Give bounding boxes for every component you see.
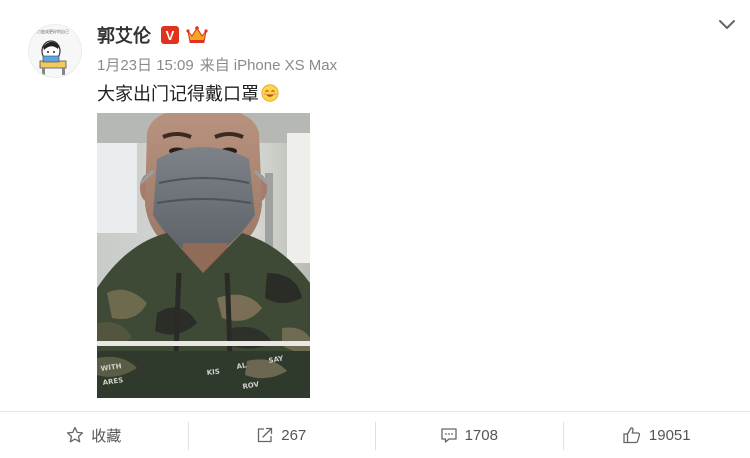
post-text: 大家出门记得戴口罩 <box>97 80 279 106</box>
like-button[interactable]: 19051 <box>562 412 750 458</box>
comment-button[interactable]: 1708 <box>375 412 563 458</box>
crown-icon <box>186 26 208 43</box>
chevron-down-icon <box>719 20 735 29</box>
timestamp[interactable]: 1月23日 15:09 <box>97 57 194 74</box>
repost-count: 267 <box>281 426 307 444</box>
repost-button[interactable]: 267 <box>187 412 376 458</box>
avatar-cartoon-icon: 努力变成更好的自己 <box>29 25 81 77</box>
svg-text:努力变成更好的自己: 努力变成更好的自己 <box>33 28 69 34</box>
favorite-button[interactable]: 收藏 <box>0 412 188 458</box>
comment-bubble-icon <box>440 428 457 443</box>
masked-selfie-image: WITH ARES KIS AL ROV SAY <box>97 113 310 398</box>
post-photo[interactable]: WITH ARES KIS AL ROV SAY <box>97 113 310 398</box>
avatar[interactable]: 努力变成更好的自己 <box>28 24 82 78</box>
comment-count: 1708 <box>464 426 498 444</box>
verified-badge-icon: V <box>161 26 179 44</box>
smiling-face-emoji-icon <box>261 84 279 102</box>
author-name[interactable]: 郭艾伦 <box>97 22 151 48</box>
share-arrow-icon <box>258 427 273 443</box>
svg-text:KIS: KIS <box>206 368 220 377</box>
like-count: 19051 <box>648 426 691 444</box>
source-device: iPhone XS Max <box>233 57 338 74</box>
thumbs-up-icon <box>623 427 641 444</box>
author-row: 郭艾伦 V <box>97 22 209 48</box>
post-menu-button[interactable] <box>714 12 740 38</box>
post-body: 大家出门记得戴口罩 <box>97 84 259 104</box>
source-prefix: 来自 <box>199 57 230 74</box>
action-bar: 收藏 267 1708 19051 <box>0 412 750 458</box>
star-icon <box>67 426 84 443</box>
favorite-label: 收藏 <box>91 427 122 445</box>
post-meta: 1月23日 15:09 来自 iPhone XS Max <box>97 54 337 75</box>
